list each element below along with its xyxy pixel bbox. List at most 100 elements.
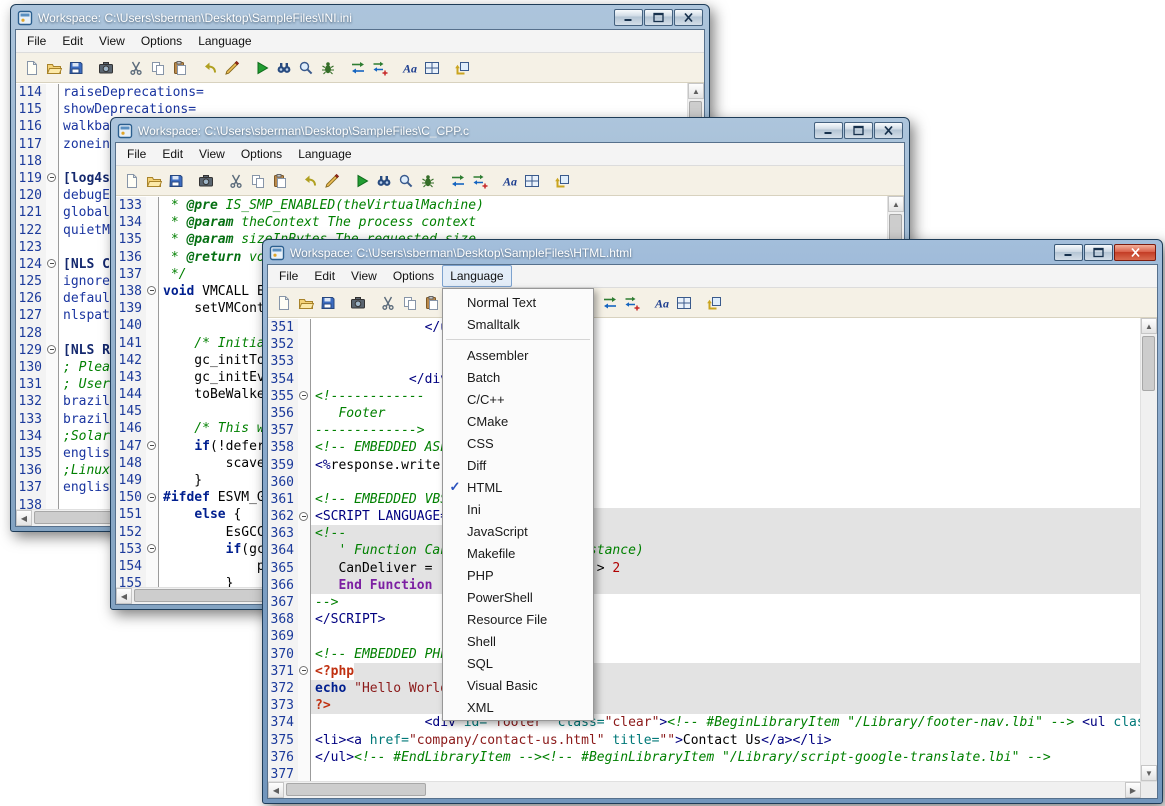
language-option-resource-file[interactable]: Resource File [443,608,593,630]
maximize-button[interactable] [644,9,673,26]
close-button[interactable] [874,122,903,139]
fold-marker[interactable] [299,512,308,521]
menu-language[interactable]: Language [442,265,511,287]
language-option-css[interactable]: CSS [443,432,593,454]
scroll-up-button[interactable]: ▲ [1141,318,1157,334]
switch-view-button[interactable] [703,292,724,314]
copy-button[interactable] [247,170,268,192]
new-file-button[interactable] [273,292,294,314]
fold-marker[interactable] [147,544,156,553]
scroll-left-button[interactable]: ◀ [16,510,32,526]
minimize-button[interactable] [1054,244,1083,261]
replace-all-button[interactable] [369,57,390,79]
replace-button[interactable] [599,292,620,314]
cut-button[interactable] [377,292,398,314]
replace-all-button[interactable] [469,170,490,192]
fold-marker[interactable] [147,441,156,450]
menu-view[interactable]: View [191,143,233,165]
scroll-up-button[interactable]: ▲ [888,196,904,212]
language-option-makefile[interactable]: Makefile [443,542,593,564]
undo-button[interactable] [299,170,320,192]
zoom-button[interactable] [395,170,416,192]
scroll-left-button[interactable]: ◀ [268,782,284,798]
fold-marker[interactable] [47,345,56,354]
language-option-batch[interactable]: Batch [443,366,593,388]
language-option-shell[interactable]: Shell [443,630,593,652]
run-button[interactable] [251,57,272,79]
save-button[interactable] [65,57,86,79]
minimize-button[interactable] [614,9,643,26]
copy-button[interactable] [399,292,420,314]
split-window-button[interactable] [521,170,542,192]
copy-button[interactable] [147,57,168,79]
menu-options[interactable]: Options [233,143,290,165]
find-button[interactable] [373,170,394,192]
menu-file[interactable]: File [19,30,54,52]
language-option-c-c[interactable]: C/C++ [443,388,593,410]
menu-file[interactable]: File [271,265,306,287]
switch-view-button[interactable] [551,170,572,192]
paste-button[interactable] [169,57,190,79]
language-option-smalltalk[interactable]: Smalltalk [443,313,593,335]
language-option-html[interactable]: ✓HTML [443,476,593,498]
language-option-php[interactable]: PHP [443,564,593,586]
editor[interactable]: 351 </ul>352353354 </div>355<!----------… [268,318,1157,781]
titlebar[interactable]: Workspace: C:\Users\sberman\Desktop\Samp… [267,240,1158,264]
undo-button[interactable] [199,57,220,79]
split-window-button[interactable] [421,57,442,79]
cut-button[interactable] [225,170,246,192]
zoom-button[interactable] [295,57,316,79]
replace-button[interactable] [347,57,368,79]
replace-button[interactable] [447,170,468,192]
titlebar[interactable]: Workspace: C:\Users\sberman\Desktop\Samp… [115,118,905,142]
fold-marker[interactable] [299,391,308,400]
menu-language[interactable]: Language [190,30,259,52]
split-window-button[interactable] [673,292,694,314]
vertical-scrollbar-thumb[interactable] [1142,336,1155,391]
font-button[interactable]: Aa [651,292,672,314]
open-folder-button[interactable] [143,170,164,192]
debug-button[interactable] [317,57,338,79]
font-button[interactable]: Aa [399,57,420,79]
close-button[interactable] [1114,244,1156,261]
language-option-assembler[interactable]: Assembler [443,344,593,366]
fold-marker[interactable] [147,493,156,502]
camera-button[interactable] [195,170,216,192]
menu-edit[interactable]: Edit [154,143,191,165]
horizontal-scrollbar-thumb[interactable] [286,783,426,796]
new-file-button[interactable] [21,57,42,79]
menu-file[interactable]: File [119,143,154,165]
open-folder-button[interactable] [43,57,64,79]
minimize-button[interactable] [814,122,843,139]
language-option-sql[interactable]: SQL [443,652,593,674]
language-option-visual-basic[interactable]: Visual Basic [443,674,593,696]
language-option-powershell[interactable]: PowerShell [443,586,593,608]
language-option-diff[interactable]: Diff [443,454,593,476]
scroll-up-button[interactable]: ▲ [688,83,704,99]
scroll-down-button[interactable]: ▼ [1141,765,1157,781]
scroll-right-button[interactable]: ▶ [1125,782,1141,798]
paste-button[interactable] [269,170,290,192]
vertical-scrollbar[interactable]: ▲ ▼ [1140,318,1157,781]
debug-button[interactable] [417,170,438,192]
fold-marker[interactable] [147,286,156,295]
fold-marker[interactable] [47,173,56,182]
replace-all-button[interactable] [621,292,642,314]
open-folder-button[interactable] [295,292,316,314]
switch-view-button[interactable] [451,57,472,79]
language-option-cmake[interactable]: CMake [443,410,593,432]
pen-button[interactable] [221,57,242,79]
close-button[interactable] [674,9,703,26]
horizontal-scrollbar-track[interactable] [284,782,1125,798]
maximize-button[interactable] [1084,244,1113,261]
window-html[interactable]: Workspace: C:\Users\sberman\Desktop\Samp… [262,239,1163,804]
camera-button[interactable] [95,57,116,79]
menu-view[interactable]: View [343,265,385,287]
code-area[interactable]: 351 </ul>352353354 </div>355<!----------… [268,319,1141,781]
menu-view[interactable]: View [91,30,133,52]
menu-edit[interactable]: Edit [306,265,343,287]
menu-options[interactable]: Options [385,265,442,287]
scroll-left-button[interactable]: ◀ [116,588,132,604]
language-option-ini[interactable]: Ini [443,498,593,520]
cut-button[interactable] [125,57,146,79]
